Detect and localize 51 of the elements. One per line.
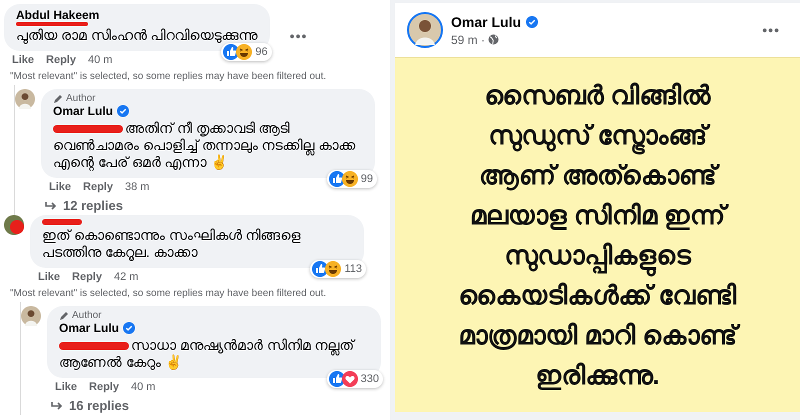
reaction-summary[interactable]: 96 bbox=[221, 43, 272, 61]
like-link[interactable]: Like bbox=[38, 271, 60, 284]
reaction-summary[interactable]: 99 bbox=[326, 170, 377, 188]
post-text-line: സുഡാപ്പികളുടെ bbox=[504, 235, 690, 275]
comment-text: അതിന് നീ തൃക്കാവടി ആടി വെൺചാമരം പൊളിച്ച് തന്നാലും നടക്കില്ല കാക്ക എന്റെ പേര് ഒമർ എന്നാ ✌ bbox=[53, 120, 356, 170]
commenter-name[interactable]: Abdul Hakeem bbox=[16, 8, 100, 22]
like-link[interactable]: Like bbox=[12, 54, 34, 67]
comment-time: 40 m bbox=[88, 54, 112, 67]
pencil-icon bbox=[53, 94, 63, 104]
comment-text: ഇത് കൊണ്ടൊന്നും സംഘികൾ നിങ്ങളെ പടത്തിനു കേറൂല. കാക്കാ bbox=[42, 227, 301, 260]
comment-time: 38 m bbox=[124, 181, 150, 194]
laughing-face-icon bbox=[342, 171, 358, 187]
more-replies-link[interactable]: 16 replies bbox=[69, 398, 129, 413]
comment-time: 42 m bbox=[114, 271, 138, 284]
pencil-icon bbox=[59, 310, 69, 320]
reply-arrow-icon bbox=[51, 400, 63, 410]
author-label: Author bbox=[66, 93, 96, 104]
reply-link[interactable]: Reply bbox=[46, 54, 76, 67]
post-time[interactable]: 59 m · bbox=[451, 32, 486, 46]
reply-link[interactable]: Reply bbox=[89, 381, 119, 394]
reply-link[interactable]: Reply bbox=[72, 271, 102, 284]
laughing-face-icon bbox=[325, 261, 342, 277]
globe-icon bbox=[488, 34, 500, 45]
avatar bbox=[15, 89, 35, 109]
comment-time: 40 m bbox=[130, 381, 156, 394]
filter-notice: "Most relevant" is selected, so some replies may have been filtered out. bbox=[9, 287, 328, 301]
reply-arrow-icon bbox=[45, 200, 57, 210]
comment-text: പുതിയ രാമ സിംഹൻ പിറവിയെടുക്കുന്നു bbox=[16, 27, 258, 43]
post-text-line: കൈയടികൾക്ക് വേണ്ടി bbox=[458, 279, 737, 312]
post-author-name[interactable]: Omar Lulu bbox=[451, 14, 522, 30]
more-options-button[interactable]: ••• bbox=[276, 28, 308, 44]
more-replies-link[interactable]: 12 replies bbox=[63, 198, 123, 213]
like-icon bbox=[328, 371, 345, 387]
like-link[interactable]: Like bbox=[49, 181, 72, 194]
author-label: Author bbox=[72, 310, 102, 321]
avatar bbox=[4, 215, 24, 235]
like-icon bbox=[328, 171, 345, 187]
more-options-button[interactable]: ••• bbox=[762, 22, 788, 38]
like-link[interactable]: Like bbox=[55, 381, 78, 394]
author-avatar bbox=[407, 12, 443, 48]
reaction-summary[interactable]: 330 bbox=[326, 370, 383, 388]
commenter-name[interactable]: Omar Lulu bbox=[53, 104, 114, 118]
reaction-summary[interactable]: 113 bbox=[310, 260, 366, 278]
post-text-line: സൈബർ വിങ്ങിൽ bbox=[484, 79, 711, 112]
laughing-face-icon bbox=[236, 44, 252, 60]
avatar bbox=[21, 306, 41, 326]
commenter-name[interactable]: Omar Lulu bbox=[59, 321, 120, 335]
filter-notice: "Most relevant" is selected, so some replies may have been filtered out. bbox=[9, 70, 328, 84]
reply-link[interactable]: Reply bbox=[83, 181, 113, 194]
comment-text: സാധാ മനുഷ്യൻമാർ സിനിമ നല്ലത് ആണേൽ കേറും ✌ bbox=[59, 337, 354, 370]
post-text-line: ഇരിക്കുന്നു. bbox=[535, 359, 660, 392]
